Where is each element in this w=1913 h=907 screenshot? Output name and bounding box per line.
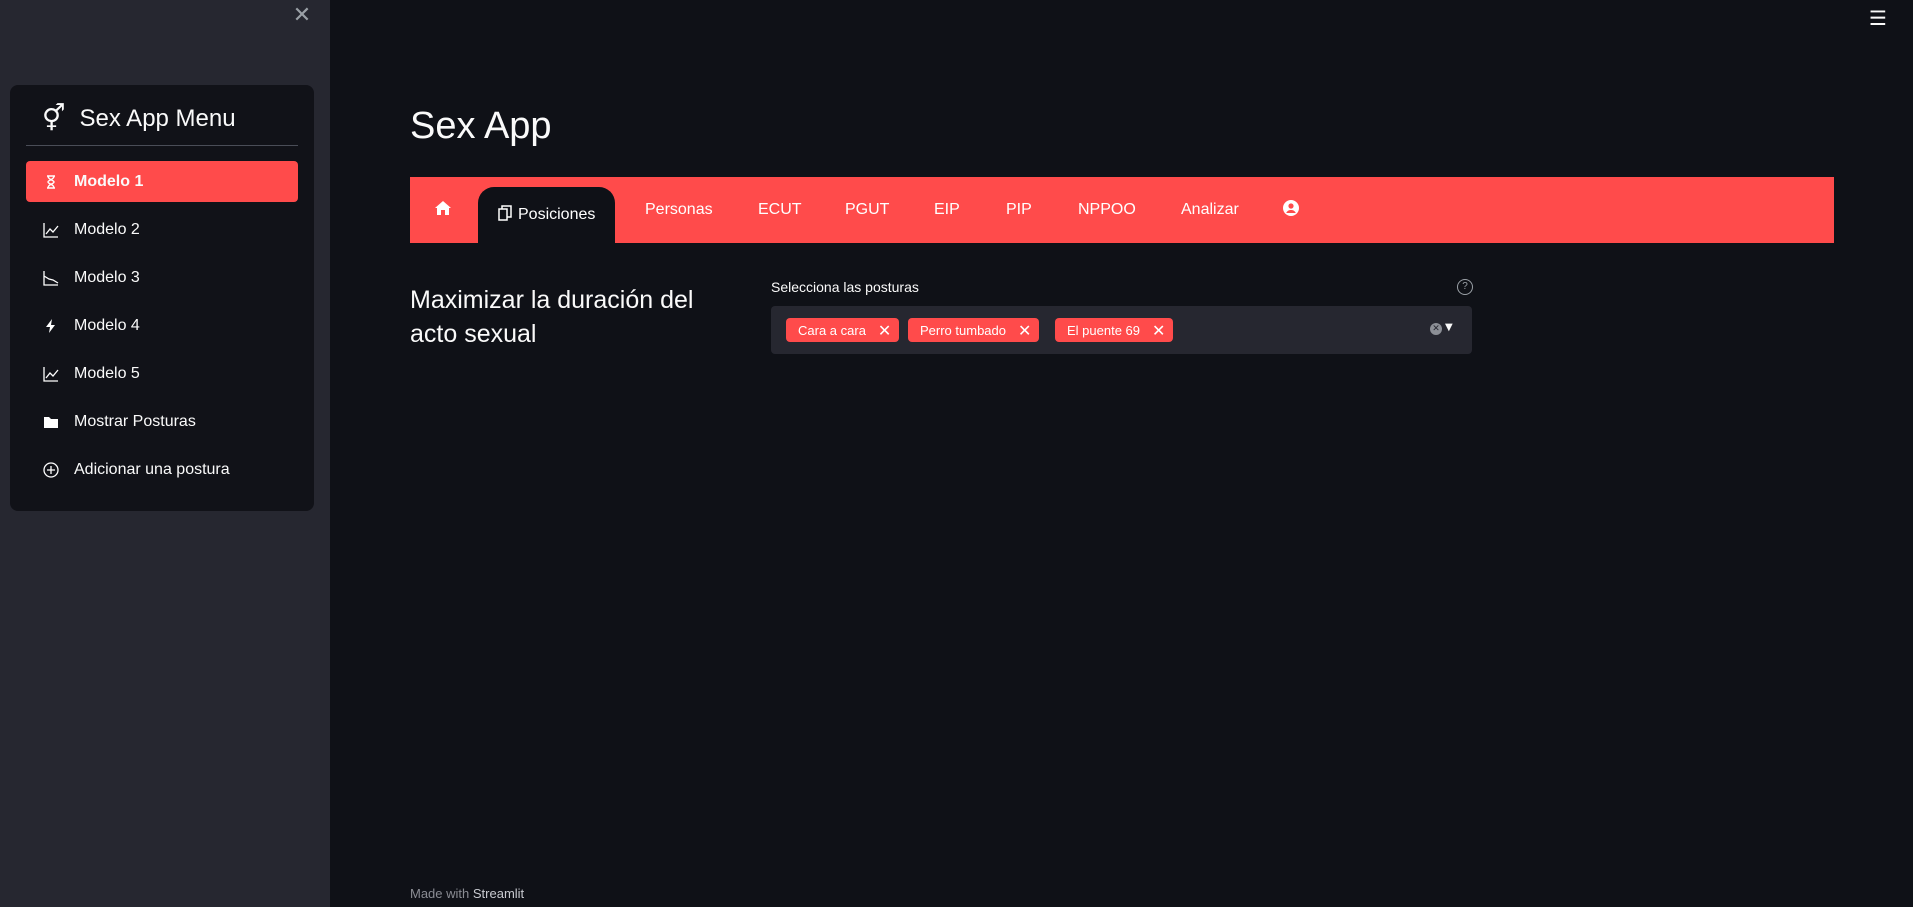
tab-pgut[interactable]: PGUT <box>845 177 889 243</box>
clear-all-icon[interactable]: ✕ <box>1430 323 1442 335</box>
sidebar-item-modelo-2[interactable]: Modelo 2 <box>26 209 298 250</box>
tab-personas[interactable]: Personas <box>645 177 713 243</box>
folder-icon <box>42 413 60 431</box>
sidebar-item-mostrar-posturas[interactable]: Mostrar Posturas <box>26 401 298 442</box>
tab-ecut[interactable]: ECUT <box>758 177 802 243</box>
subheading: Maximizar la duración del acto sexual <box>410 286 694 348</box>
menu-divider <box>26 145 298 146</box>
sidebar-item-label: Modelo 2 <box>74 220 140 238</box>
tag-label: El puente 69 <box>1067 322 1141 338</box>
close-icon[interactable]: ✕ <box>292 5 312 27</box>
remove-tag-icon[interactable]: ✕ <box>1152 321 1165 340</box>
selected-tag: Cara a cara ✕ <box>786 318 900 342</box>
sidebar-item-label: Modelo 3 <box>74 268 140 286</box>
tab-label: NPPOO <box>1078 201 1136 218</box>
sidebar-item-adicionar-postura[interactable]: Adicionar una postura <box>26 449 298 490</box>
tab-label: Analizar <box>1181 201 1239 218</box>
tab-user[interactable] <box>1283 177 1299 243</box>
sidebar-item-modelo-3[interactable]: Modelo 3 <box>26 257 298 298</box>
selected-tag: El puente 69 ✕ <box>1055 318 1174 342</box>
footer-prefix: Made with <box>410 886 470 901</box>
sidebar-menu: ⚥ Sex App Menu Modelo 1 Modelo 2 Modelo … <box>10 85 314 511</box>
tab-home[interactable] <box>434 177 452 243</box>
chart-line-icon <box>42 221 60 239</box>
sidebar-item-label: Modelo 1 <box>74 172 144 190</box>
tab-label: EIP <box>934 201 960 218</box>
tab-label: PIP <box>1006 201 1032 218</box>
tab-eip[interactable]: EIP <box>934 177 960 243</box>
help-icon[interactable]: ? <box>1457 279 1473 295</box>
menu-title-label: Sex App Menu <box>79 105 236 132</box>
chevron-down-icon[interactable]: ▼ <box>1445 322 1453 333</box>
home-icon <box>434 200 452 221</box>
user-circle-icon <box>1283 199 1299 221</box>
selected-tag: Perro tumbado ✕ <box>908 318 1040 342</box>
tab-nppoo[interactable]: NPPOO <box>1078 177 1136 243</box>
sidebar-item-label: Adicionar una postura <box>74 460 230 478</box>
tab-analizar[interactable]: Analizar <box>1181 177 1239 243</box>
sidebar-item-modelo-1[interactable]: Modelo 1 <box>26 161 298 202</box>
sidebar-item-label: Modelo 5 <box>74 364 140 382</box>
sidebar-item-modelo-4[interactable]: Modelo 4 <box>26 305 298 346</box>
chart-area-icon <box>42 269 60 287</box>
hourglass-icon <box>42 173 60 191</box>
sidebar-item-modelo-5[interactable]: Modelo 5 <box>26 353 298 394</box>
plus-circle-icon <box>42 461 60 479</box>
remove-tag-icon[interactable]: ✕ <box>878 321 891 340</box>
tab-label: Posiciones <box>518 206 596 223</box>
footer-brand-link[interactable]: Streamlit <box>473 886 524 901</box>
menu-title: ⚥ Sex App Menu <box>42 99 298 139</box>
sidebar: ✕ ⚥ Sex App Menu Modelo 1 Modelo 2 Model… <box>0 0 330 907</box>
remove-tag-icon[interactable]: ✕ <box>1018 321 1031 340</box>
navbar: Posiciones Personas ECUT PGUT EIP PIP NP… <box>410 177 1834 243</box>
tab-label: ECUT <box>758 201 802 218</box>
sidebar-item-label: Modelo 4 <box>74 316 140 334</box>
gender-icon: ⚥ <box>42 104 66 134</box>
sidebar-item-label: Mostrar Posturas <box>74 412 196 430</box>
tab-posiciones[interactable]: Posiciones <box>478 187 616 243</box>
chart-line-icon <box>42 365 60 383</box>
hamburger-icon[interactable]: ☰ <box>1868 8 1888 28</box>
multiselect-label: Selecciona las posturas <box>771 279 919 295</box>
tag-label: Cara a cara <box>798 322 866 338</box>
footer: Made with Streamlit <box>410 886 524 901</box>
tab-label: Personas <box>645 201 713 218</box>
lightning-icon <box>42 317 60 335</box>
tab-pip[interactable]: PIP <box>1006 177 1032 243</box>
page-title: Sex App <box>410 105 552 147</box>
tag-label: Perro tumbado <box>920 322 1006 338</box>
copy-icon <box>498 205 512 225</box>
tab-label: PGUT <box>845 201 890 218</box>
posturas-multiselect[interactable]: Cara a cara ✕ Perro tumbado ✕ El puente … <box>771 306 1472 354</box>
